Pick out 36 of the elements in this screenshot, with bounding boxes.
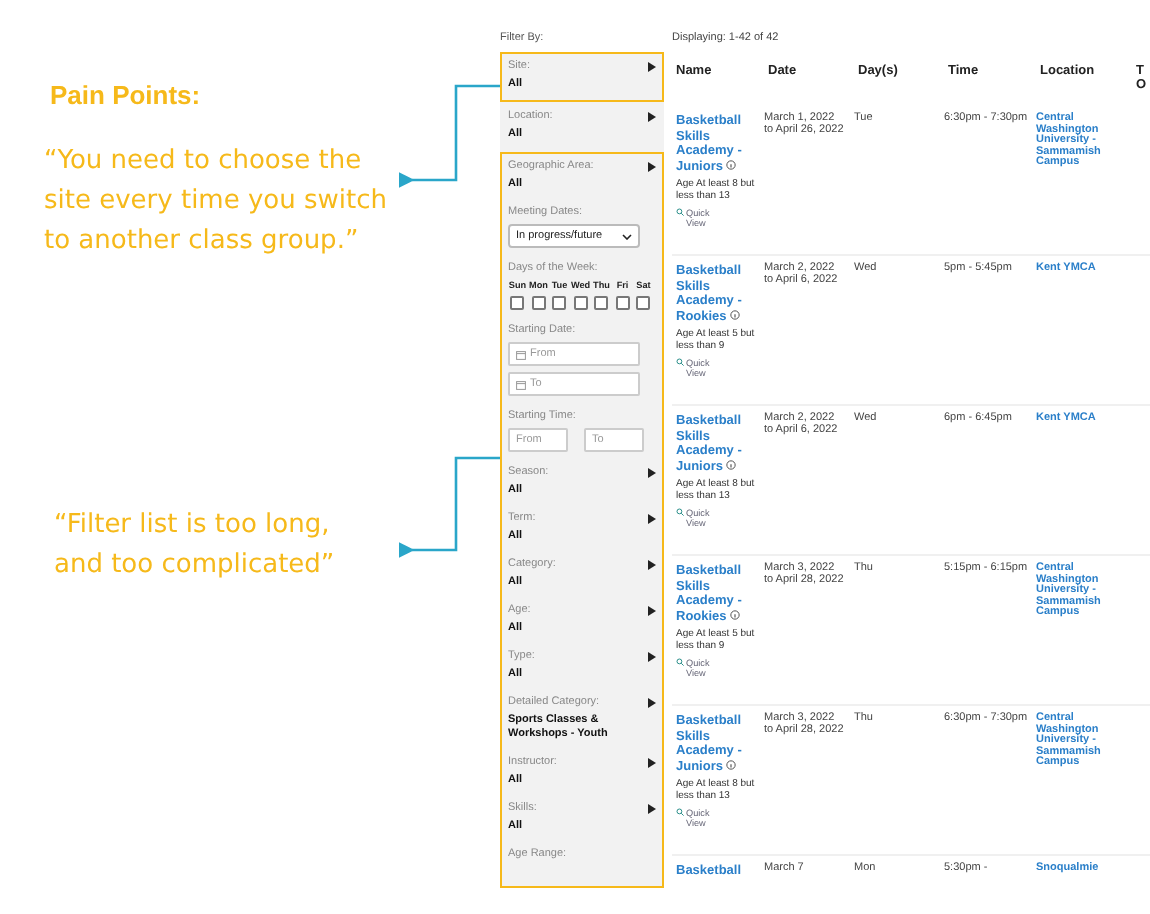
calendar-icon	[516, 379, 526, 389]
day-checkbox[interactable]	[573, 296, 588, 310]
info-icon	[726, 759, 737, 769]
info-icon	[730, 309, 741, 319]
caret-icon	[648, 758, 656, 768]
calendar-icon	[516, 349, 526, 359]
search-icon	[676, 508, 684, 516]
annotation-quote: “Filter list is too long, and too complicated”	[52, 508, 337, 584]
info-icon	[730, 609, 741, 619]
caret-icon	[648, 112, 656, 122]
annotation-quote: “You need to choose the site every time you switch to another class group.”	[44, 144, 389, 260]
caret-icon	[648, 698, 656, 708]
day-checkbox[interactable]	[531, 296, 546, 310]
leader-line	[399, 456, 500, 558]
search-icon	[676, 658, 684, 666]
caret-icon	[648, 62, 656, 72]
day-checkbox[interactable]	[636, 296, 651, 310]
annotation-heading: Pain Points:	[48, 80, 203, 110]
caret-icon	[648, 606, 656, 616]
search-icon	[676, 358, 684, 366]
search-icon	[676, 208, 684, 216]
caret-icon	[648, 652, 656, 662]
caret-icon	[648, 162, 656, 172]
day-checkbox[interactable]	[615, 296, 630, 310]
day-checkbox[interactable]	[552, 296, 567, 310]
info-icon	[726, 159, 737, 169]
chevron-down-icon	[622, 233, 632, 239]
search-icon	[676, 808, 684, 816]
caret-icon	[648, 514, 656, 524]
day-checkbox[interactable]	[510, 296, 525, 310]
caret-icon	[648, 468, 656, 478]
day-checkbox[interactable]	[594, 296, 609, 310]
info-icon	[726, 459, 737, 469]
caret-icon	[648, 560, 656, 570]
caret-icon	[648, 804, 656, 814]
leader-line	[399, 84, 500, 188]
